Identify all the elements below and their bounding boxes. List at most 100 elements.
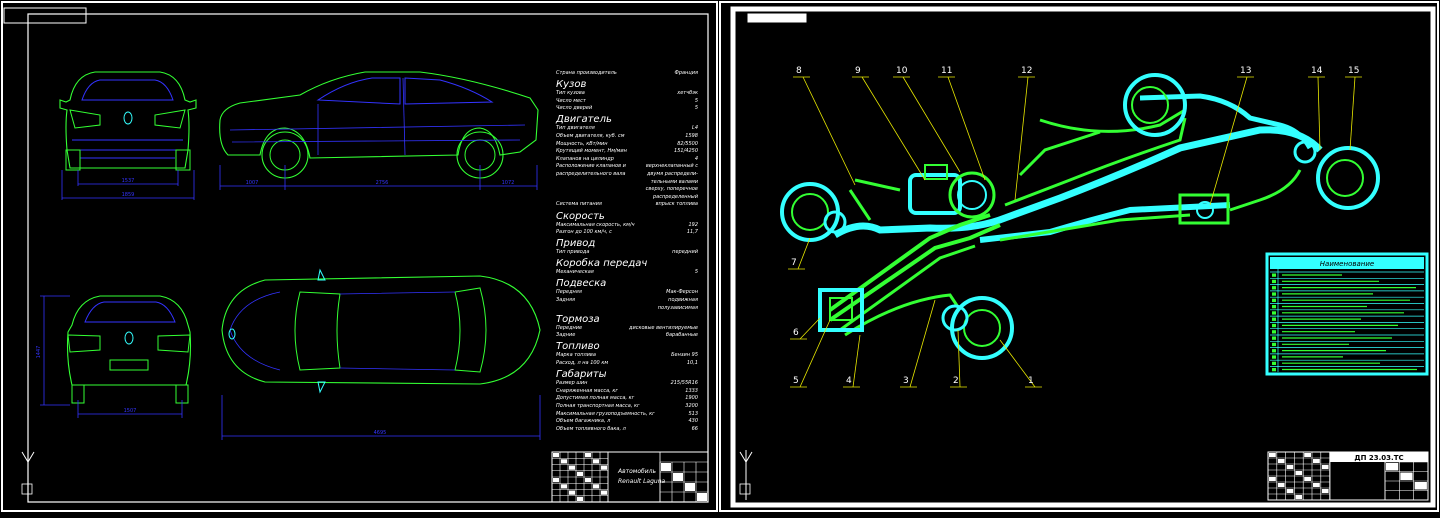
spec-value: впрыск топлива xyxy=(655,201,698,208)
spec-row: Механическая 5 xyxy=(556,269,698,277)
spec-section-header: Коробка передач xyxy=(556,258,698,269)
leader-line xyxy=(797,237,811,270)
title-block-cell xyxy=(601,465,607,470)
callout-12: 12 xyxy=(1021,66,1033,76)
spec-value: хетчбэк xyxy=(677,90,698,97)
callout-10: 10 xyxy=(896,66,908,76)
spec-row: Снаряженная масса, кг 1333 xyxy=(556,388,698,396)
leader-line xyxy=(1014,76,1029,201)
title-block-cell xyxy=(673,473,683,481)
title-block-cell xyxy=(661,463,671,471)
spec-key: Система питания xyxy=(556,201,602,208)
callout-6: 6 xyxy=(793,328,799,338)
abs-unit xyxy=(818,288,864,332)
spec-value: дисковые вентилируемые xyxy=(629,324,698,331)
spec-section-header: Топливо xyxy=(556,341,698,352)
spec-value: 66 xyxy=(691,425,698,432)
master-cylinder xyxy=(908,164,996,219)
spec-section-header: Кузов xyxy=(556,79,698,90)
spec-row: Передние дисковые вентилируемые xyxy=(556,325,698,333)
spec-key: Тип кузова xyxy=(556,90,585,97)
spec-row: Максимальная скорость, км/ч 192 xyxy=(556,222,698,230)
spec-table: Страна производитель Франция Кузов Тип кузо… xyxy=(556,70,698,432)
spec-row: распределенный xyxy=(556,194,698,202)
spec-row: Разгон до 100 км/ч, с 11,7 xyxy=(556,229,698,237)
leader-line xyxy=(852,334,861,388)
title-block-cell xyxy=(685,483,695,491)
spec-value: 1333 xyxy=(685,387,698,394)
title-block-cell xyxy=(1321,465,1329,469)
legend-row-marker xyxy=(1272,361,1276,365)
spec-row: Тип привода передний xyxy=(556,249,698,257)
spec-value: 4 xyxy=(694,155,698,162)
spec-value: 10,1 xyxy=(686,360,698,366)
legend-row-marker xyxy=(1272,317,1276,321)
legend-table: Наименование xyxy=(1265,252,1429,376)
stamp-title-line-1: Автомобиль xyxy=(618,468,656,475)
legend-row-marker xyxy=(1272,273,1276,277)
spec-key: Габариты xyxy=(556,369,607,381)
spec-key: Страна производитель xyxy=(556,70,617,76)
spec-key: Объем двигателя, куб. см xyxy=(556,133,625,139)
title-block-cell xyxy=(585,453,591,458)
spec-row: тельными валами xyxy=(556,179,698,187)
legend-row-marker xyxy=(1272,311,1276,315)
leader-line xyxy=(799,319,831,388)
spec-key: Разгон до 100 км/ч, с xyxy=(556,229,612,236)
title-block-cell xyxy=(593,459,599,464)
title-block-cell xyxy=(593,484,599,489)
spec-key: Размер шин xyxy=(556,380,588,387)
dim-length: 4695 xyxy=(374,430,387,436)
spec-row: Размер шин 215/55R16 xyxy=(556,380,698,388)
title-block-cell xyxy=(1313,483,1320,487)
title-block-cell xyxy=(601,490,607,495)
dim-wheelbase: 2756 xyxy=(376,180,389,186)
sheet-1-title-block xyxy=(551,451,709,503)
spec-section-header: Подвеска xyxy=(556,278,698,289)
dim-height: 1447 xyxy=(36,346,42,359)
spec-value: Бензин 95 xyxy=(671,352,698,359)
legend-row-marker xyxy=(1272,342,1276,347)
car-rear-view: 1507 1447 xyxy=(36,295,192,418)
rear-right-brake xyxy=(1293,140,1380,210)
spec-key: Марка топлива xyxy=(556,352,596,359)
spec-row: Задняя подвижная xyxy=(556,297,698,305)
title-block-cell xyxy=(577,471,583,476)
callout-11: 11 xyxy=(941,66,953,76)
legend-row-marker xyxy=(1272,323,1276,328)
title-block-cell xyxy=(1277,459,1285,463)
spec-row: Допустимая полная масса, кг 1900 xyxy=(556,395,698,403)
leader-line xyxy=(861,76,926,181)
spec-key: Подвеска xyxy=(556,278,607,290)
legend-row-marker xyxy=(1272,292,1276,296)
spec-key: Максимальная грузоподъемность, кг xyxy=(556,410,655,417)
title-block-cell xyxy=(1286,465,1294,469)
drawing-viewport: 1537 1859 1007 2756 1072 1507 1447 4695 … xyxy=(0,0,1440,514)
title-block-cell xyxy=(1286,489,1294,493)
leader-line xyxy=(799,317,821,340)
spec-value: 1598 xyxy=(685,133,698,139)
leader-line xyxy=(909,299,936,388)
legend-row-marker xyxy=(1272,355,1276,359)
callout-15: 15 xyxy=(1348,66,1360,76)
title-block-cell xyxy=(1269,477,1276,481)
spec-value: 151/4250 xyxy=(674,148,698,155)
spec-row: Марка топлива Бензин 95 xyxy=(556,352,698,360)
spec-key: Мощность, кВт/мин xyxy=(556,140,608,147)
spec-key: Снаряженная масса, кг xyxy=(556,387,619,394)
sheet-2-brake-scheme: Наименование ДП 23.03.ТС xyxy=(719,1,1439,512)
spec-key: Крутящий момент, Нм/мин xyxy=(556,148,627,155)
legend-row-marker xyxy=(1272,298,1276,302)
title-block-cell xyxy=(1321,489,1329,493)
legend-row-marker xyxy=(1272,279,1276,284)
spec-key: Тип двигателя xyxy=(556,125,595,132)
spec-key: Передние xyxy=(556,324,583,331)
title-block-cell xyxy=(553,478,559,483)
title-block-cell xyxy=(577,496,583,501)
spec-row: Тип двигателя L4 xyxy=(556,125,698,133)
spec-row: Число дверей 5 xyxy=(556,105,698,113)
spec-row: распределительного вала двумя распредели- xyxy=(556,171,698,179)
spec-key: Тормоза xyxy=(556,313,600,325)
spec-value: L4 xyxy=(692,125,698,132)
spec-row: Клапанов на цилиндр 4 xyxy=(556,156,698,164)
